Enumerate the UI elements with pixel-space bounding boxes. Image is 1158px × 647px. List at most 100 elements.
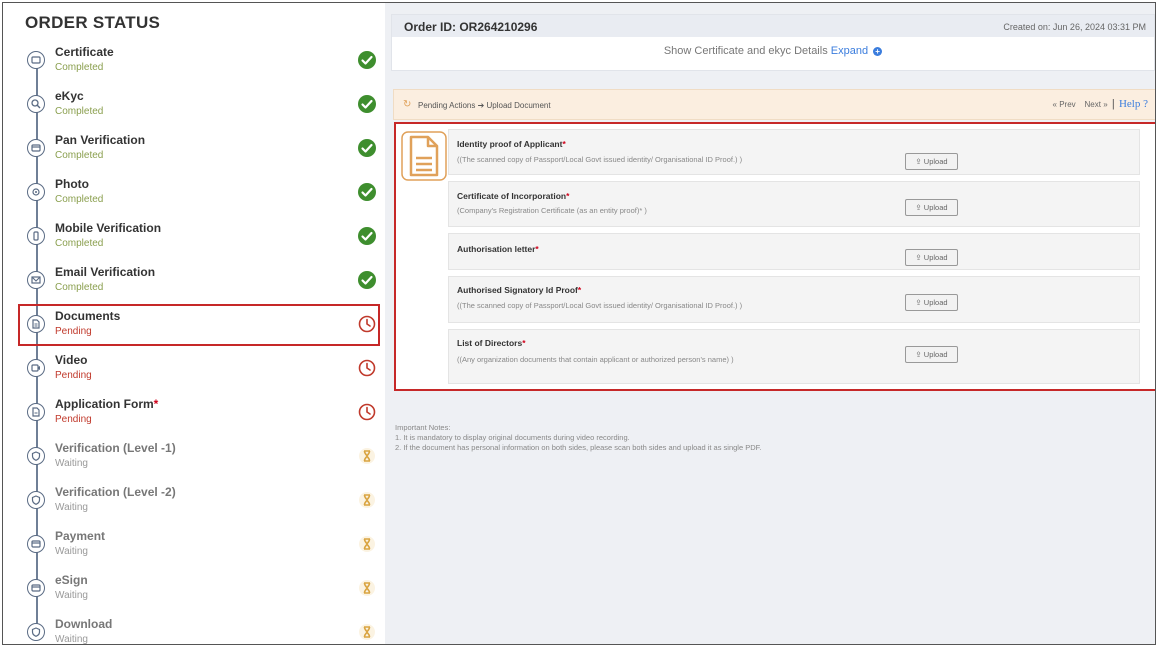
step-status: Completed xyxy=(55,150,104,161)
step-status: Pending xyxy=(55,370,92,381)
step-video[interactable]: Video Pending xyxy=(3,351,385,395)
check-circle-icon xyxy=(358,227,376,245)
certificate-icon xyxy=(27,51,45,69)
step-verification-level-1[interactable]: Verification (Level -1) Waiting xyxy=(3,439,385,483)
step-name-text: Verification (Level -2) xyxy=(55,485,176,499)
step-name: eSign xyxy=(55,573,88,587)
step-name: Photo xyxy=(55,177,89,191)
document-row: Certificate of Incorporation* (Company's … xyxy=(448,181,1140,227)
step-name-text: eKyc xyxy=(55,89,84,103)
step-name: Email Verification xyxy=(55,265,155,279)
required-mark: * xyxy=(522,338,526,348)
document-file-icon xyxy=(401,131,447,181)
step-certificate[interactable]: Certificate Completed xyxy=(3,43,385,87)
hourglass-icon xyxy=(359,624,375,640)
document-title-text: Authorised Signatory Id Proof xyxy=(457,285,578,295)
step-photo[interactable]: Photo Completed xyxy=(3,175,385,219)
step-status: Pending xyxy=(55,414,92,425)
shield-icon xyxy=(27,491,45,509)
step-name-text: Application Form xyxy=(55,397,154,411)
breadcrumb: Pending Actions ➔ Upload Document xyxy=(418,101,551,110)
next-button[interactable]: Next » xyxy=(1085,100,1108,109)
expand-row: Show Certificate and ekyc Details Expand… xyxy=(392,45,1154,57)
step-name-text: Video xyxy=(55,353,88,367)
order-header: Order ID: OR264210296 Created on: Jun 26… xyxy=(391,14,1155,71)
search-icon xyxy=(27,95,45,113)
pending-actions-bar: ↻ Pending Actions ➔ Upload Document « Pr… xyxy=(393,89,1155,120)
prev-button[interactable]: « Prev xyxy=(1053,100,1076,109)
check-circle-icon xyxy=(358,183,376,201)
check-circle-icon xyxy=(358,271,376,289)
video-icon xyxy=(27,359,45,377)
upload-button[interactable]: ⇪ Upload xyxy=(905,294,958,311)
upload-button[interactable]: ⇪ Upload xyxy=(905,153,958,170)
main-panel: Order ID: OR264210296 Created on: Jun 26… xyxy=(385,3,1155,644)
help-link[interactable]: Help ? xyxy=(1119,98,1148,110)
app-frame: ORDER STATUS Certificate Completed eKyc Com… xyxy=(2,2,1156,645)
step-application-form[interactable]: Application Form* Pending xyxy=(3,395,385,439)
step-name: Certificate xyxy=(55,45,114,59)
step-status: Completed xyxy=(55,62,104,73)
hourglass-icon xyxy=(359,448,375,464)
required-mark: * xyxy=(153,397,159,411)
important-notes: Important Notes: 1. It is mandatory to d… xyxy=(395,423,761,453)
document-row: Identity proof of Applicant* ((The scanne… xyxy=(448,129,1140,175)
document-title: Authorised Signatory Id Proof* xyxy=(457,285,581,295)
step-pan-verification[interactable]: Pan Verification Completed xyxy=(3,131,385,175)
step-name-text: Payment xyxy=(55,529,106,543)
document-row: List of Directors* ((Any organization doc… xyxy=(448,329,1140,384)
step-name-text: Download xyxy=(55,617,113,631)
document-title: Certificate of Incorporation* xyxy=(457,191,569,201)
step-name-text: Mobile Verification xyxy=(55,221,162,235)
step-email-verification[interactable]: Email Verification Completed xyxy=(3,263,385,307)
camera-icon xyxy=(27,183,45,201)
card-icon xyxy=(27,579,45,597)
notes-heading: Important Notes: xyxy=(395,423,451,432)
step-name: Payment xyxy=(55,529,105,543)
document-title-text: Authorisation letter xyxy=(457,244,536,254)
step-name: Download xyxy=(55,617,112,631)
required-mark: * xyxy=(562,139,566,149)
upload-button[interactable]: ⇪ Upload xyxy=(905,249,958,266)
step-name-text: Certificate xyxy=(55,45,114,59)
plus-circle-icon[interactable]: + xyxy=(873,47,883,56)
step-download[interactable]: Download Waiting xyxy=(3,615,385,644)
step-verification-level-2[interactable]: Verification (Level -2) Waiting xyxy=(3,483,385,527)
upload-documents-panel: Identity proof of Applicant* ((The scanne… xyxy=(394,122,1155,391)
document-description: ((The scanned copy of Passport/Local Gov… xyxy=(457,301,743,310)
upload-button[interactable]: ⇪ Upload xyxy=(905,346,958,363)
documents-highlight xyxy=(18,304,380,346)
required-mark: * xyxy=(535,244,539,254)
document-title: Authorisation letter* xyxy=(457,244,539,254)
step-name-text: Pan Verification xyxy=(55,133,146,147)
document-title-text: Identity proof of Applicant xyxy=(457,139,563,149)
sidebar-title: ORDER STATUS xyxy=(25,13,161,32)
shield-icon xyxy=(27,623,45,641)
step-mobile-verification[interactable]: Mobile Verification Completed xyxy=(3,219,385,263)
step-name: Verification (Level -2) xyxy=(55,485,176,499)
step-name-text: Email Verification xyxy=(55,265,156,279)
hourglass-icon xyxy=(359,580,375,596)
step-status: Waiting xyxy=(55,546,88,557)
step-status: Completed xyxy=(55,194,104,205)
step-name: eKyc xyxy=(55,89,84,103)
step-esign[interactable]: eSign Waiting xyxy=(3,571,385,615)
refresh-icon: ↻ xyxy=(403,99,412,110)
order-status-sidebar: ORDER STATUS Certificate Completed eKyc Com… xyxy=(3,3,385,644)
expand-text: Show Certificate and ekyc Details xyxy=(663,45,828,57)
hourglass-icon xyxy=(359,492,375,508)
document-description: ((Any organization documents that contai… xyxy=(457,355,734,364)
order-id: Order ID: OR264210296 xyxy=(404,20,538,34)
step-name: Pan Verification xyxy=(55,133,145,147)
pager-separator: | xyxy=(1111,98,1115,110)
form-icon xyxy=(27,403,45,421)
step-ekyc[interactable]: eKyc Completed xyxy=(3,87,385,131)
step-name: Mobile Verification xyxy=(55,221,161,235)
expand-link[interactable]: Expand xyxy=(831,45,868,57)
notes-line-1: 1. It is mandatory to display original d… xyxy=(395,433,630,442)
step-name-text: Verification (Level -1) xyxy=(55,441,176,455)
step-name: Application Form* xyxy=(55,397,158,411)
step-payment[interactable]: Payment Waiting xyxy=(3,527,385,571)
upload-button[interactable]: ⇪ Upload xyxy=(905,199,958,216)
document-row: Authorised Signatory Id Proof* ((The scan… xyxy=(448,276,1140,323)
